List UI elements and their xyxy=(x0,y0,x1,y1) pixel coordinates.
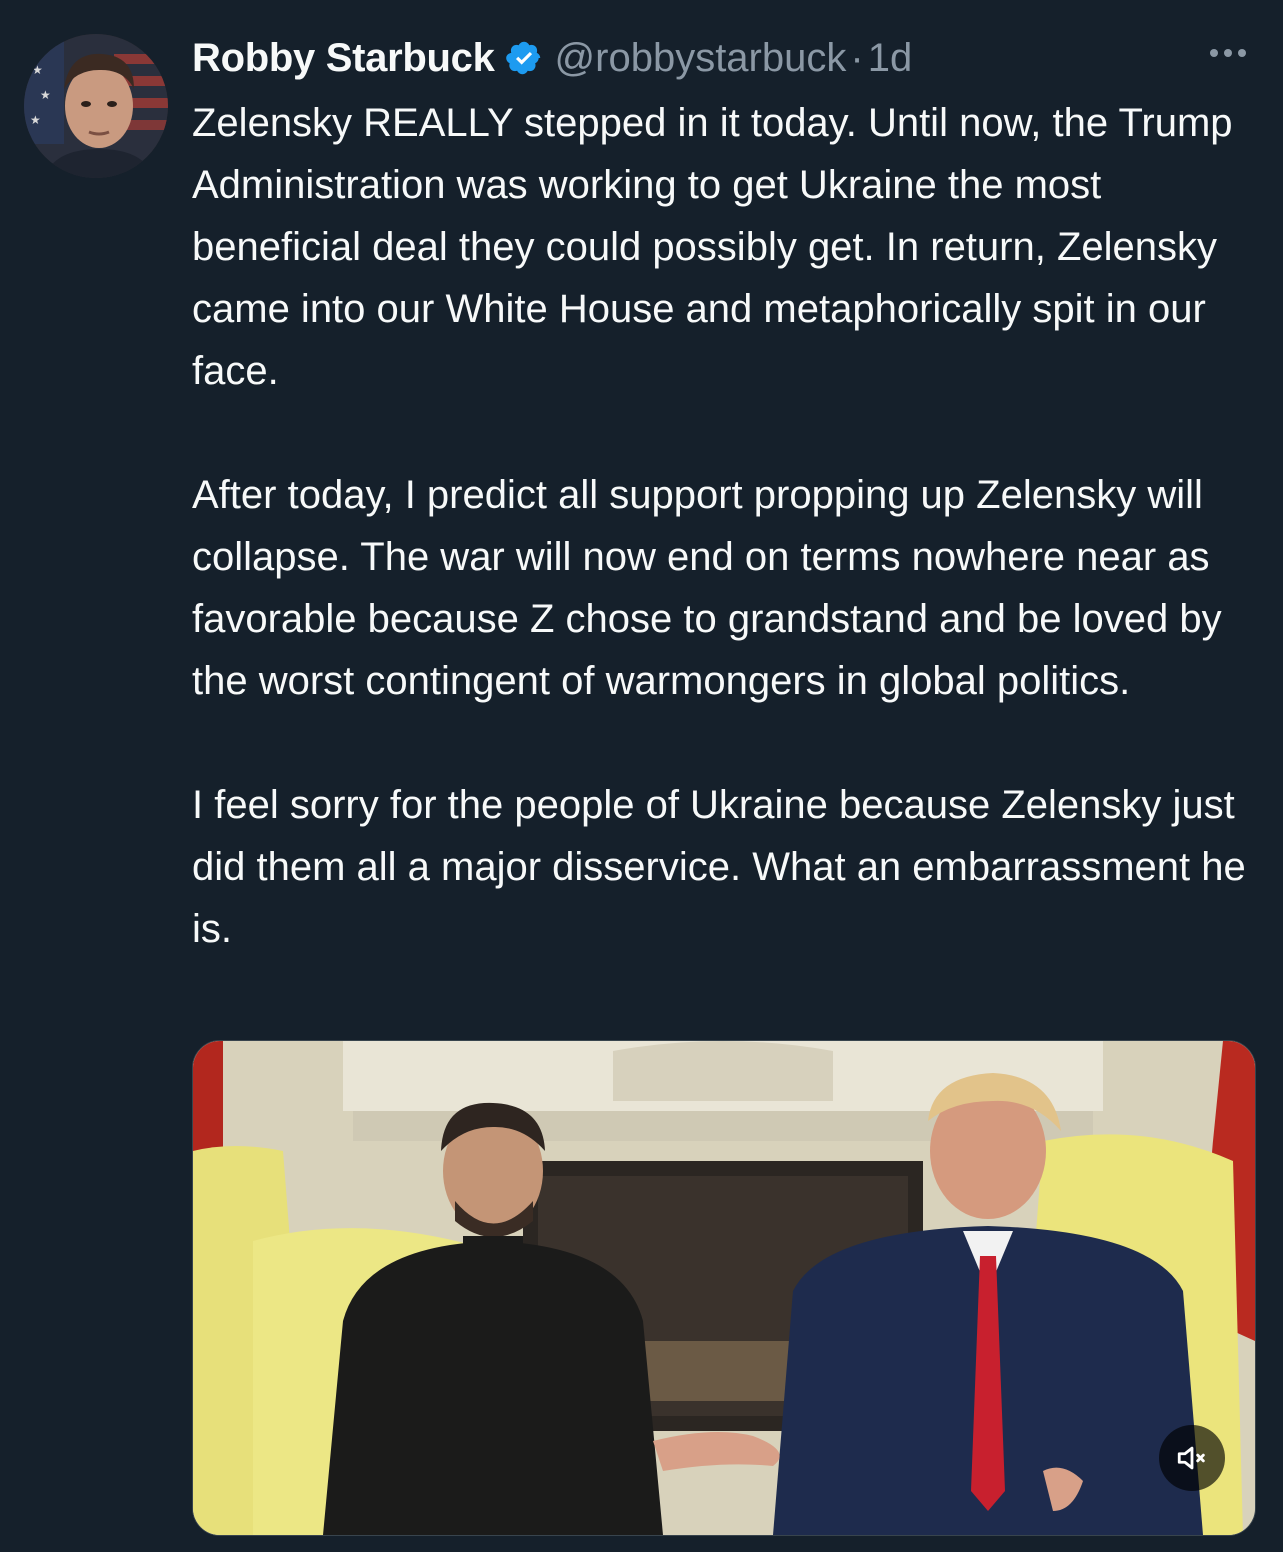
tweet-paragraph: I feel sorry for the people of Ukraine b… xyxy=(192,783,1246,951)
video-frame xyxy=(193,1041,1255,1535)
verified-badge-icon xyxy=(505,39,543,77)
avatar-image: ★ ★ ★ xyxy=(24,34,168,178)
tweet-paragraph: After today, I predict all support propp… xyxy=(192,473,1222,703)
more-dot xyxy=(1224,49,1232,57)
author-name[interactable]: Robby Starbuck xyxy=(192,36,495,81)
author-handle[interactable]: @robbystarbuck xyxy=(555,36,847,81)
svg-text:★: ★ xyxy=(32,63,43,77)
separator: · xyxy=(850,35,864,80)
tweet-paragraph: Zelensky REALLY stepped in it today. Unt… xyxy=(192,101,1233,393)
tweet: ★ ★ ★ Robby Starbuck @robbystarbuck · 1d xyxy=(0,0,1283,1552)
more-dot xyxy=(1238,49,1246,57)
svg-text:★: ★ xyxy=(40,88,51,102)
more-dot xyxy=(1210,49,1218,57)
tweet-header: Robby Starbuck @robbystarbuck · 1d xyxy=(192,30,1253,86)
volume-muted-icon[interactable] xyxy=(1159,1425,1225,1491)
video-player[interactable] xyxy=(192,1040,1256,1536)
svg-text:★: ★ xyxy=(30,113,41,127)
tweet-text: Zelensky REALLY stepped in it today. Unt… xyxy=(192,92,1252,960)
more-horizontal-icon[interactable] xyxy=(1203,38,1253,68)
avatar[interactable]: ★ ★ ★ xyxy=(24,34,168,178)
timestamp[interactable]: 1d xyxy=(868,36,913,81)
